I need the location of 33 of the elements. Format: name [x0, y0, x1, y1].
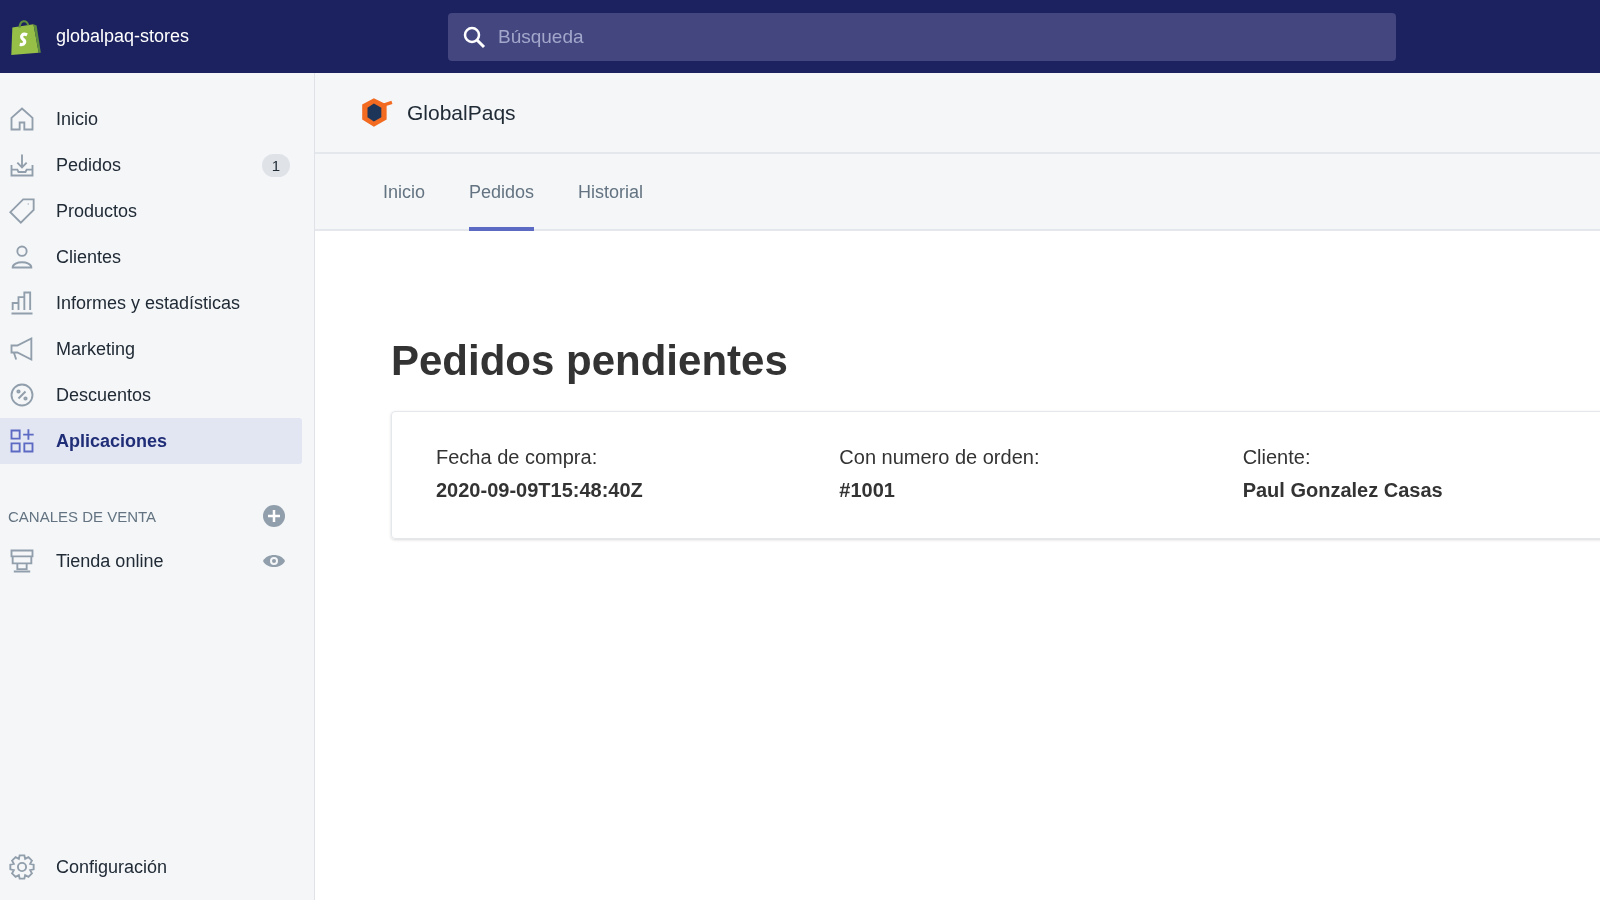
search-field[interactable]: Búsqueda — [448, 12, 1396, 61]
page-heading: Pedidos pendientes — [391, 337, 789, 385]
field-value: #1001 — [839, 479, 896, 502]
apps-grid-icon — [8, 427, 36, 455]
sidebar-item[interactable]: Aplicaciones — [0, 418, 302, 464]
home-icon — [8, 105, 36, 133]
section-heading: CANALES DE VENTA — [8, 507, 157, 525]
sidebar-item[interactable]: Informes y estadísticas — [0, 280, 302, 326]
sidebar-item[interactable]: Clientes — [0, 234, 302, 280]
sidebar-item[interactable]: Pedidos 1 — [0, 142, 302, 188]
add-icon[interactable] — [262, 504, 286, 528]
sidebar-item[interactable]: Productos — [0, 188, 302, 234]
settings-item[interactable]: Configuración — [0, 844, 302, 890]
hexagon-cube-logo-icon — [359, 95, 393, 130]
store-name[interactable]: globalpaq-stores — [56, 26, 190, 47]
app-name: GlobalPaqs — [407, 100, 516, 125]
tab[interactable]: Historial — [578, 154, 644, 231]
field-label: Fecha de compra: — [436, 446, 599, 469]
sidebar-item[interactable]: Inicio — [0, 96, 302, 142]
field-value: Paul Gonzalez Casas — [1242, 479, 1444, 502]
tag-icon — [8, 197, 36, 225]
shopping-bag-icon — [8, 17, 42, 56]
percent-badge-icon — [8, 381, 36, 409]
count-badge: 1 — [261, 153, 290, 177]
settings-icon — [8, 853, 36, 881]
field-label: Con numero de orden: — [839, 446, 1041, 469]
field-value: 2020-09-09T15:48:40Z — [436, 479, 644, 502]
sidebar-item[interactable]: Marketing — [0, 326, 302, 372]
sidebar-item[interactable]: Descuentos — [0, 372, 302, 418]
storefront-icon — [8, 547, 36, 575]
field-label: Cliente: — [1242, 446, 1312, 469]
tab[interactable]: Inicio — [383, 154, 426, 231]
sidebar-item[interactable]: Tienda online — [0, 538, 302, 584]
